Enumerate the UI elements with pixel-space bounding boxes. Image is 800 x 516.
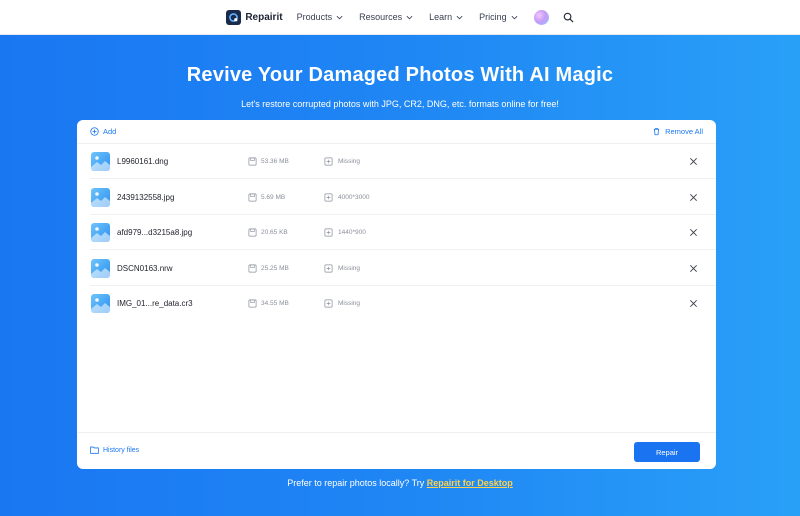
file-size-icon <box>248 299 257 308</box>
row-divider <box>90 249 716 250</box>
file-row: 2439132558.jpg 5.69 MB 4000*3000 <box>77 180 716 215</box>
close-icon[interactable] <box>689 193 698 202</box>
image-thumbnail-icon <box>91 223 110 242</box>
avatar[interactable] <box>533 9 549 25</box>
file-row: IMG_01...re_data.cr3 34.55 MB Missing <box>77 286 716 321</box>
file-dimensions: Missing <box>338 158 361 165</box>
image-thumbnail-icon <box>91 294 110 313</box>
file-size: 5.69 MB <box>261 194 286 201</box>
file-dimensions: Missing <box>338 300 361 307</box>
repair-button[interactable]: Repair <box>634 442 700 462</box>
add-button[interactable]: Add <box>90 127 116 136</box>
file-row: DSCN0163.nrw 25.25 MB Missing <box>77 251 716 286</box>
nav-resources[interactable]: Resources <box>359 12 413 22</box>
file-size: 53.36 MB <box>261 158 289 165</box>
history-files-button[interactable]: History files <box>90 446 139 454</box>
file-size-icon <box>248 193 257 202</box>
nav-resources-label: Resources <box>359 12 403 22</box>
image-thumbnail-icon <box>91 259 110 278</box>
close-icon[interactable] <box>689 228 698 237</box>
close-icon[interactable] <box>689 157 698 166</box>
page-subtitle: Let's restore corrupted photos with JPG,… <box>241 99 559 109</box>
file-size: 25.25 MB <box>261 265 289 272</box>
chevron-down-icon <box>456 15 463 19</box>
nav-pricing[interactable]: Pricing <box>479 12 518 22</box>
file-size-icon <box>248 264 257 273</box>
image-thumbnail-icon <box>91 152 110 171</box>
brand-name: Repairit <box>245 11 283 23</box>
file-row: afd979...d3215a8.jpg 20.65 KB 1440*900 <box>77 215 716 250</box>
brand[interactable]: Repairit <box>226 9 283 25</box>
dimensions-icon <box>324 228 333 237</box>
file-size: 20.65 KB <box>261 229 288 236</box>
file-name: L9960161.dng <box>117 157 169 166</box>
nav-learn-label: Learn <box>429 12 453 22</box>
file-size-icon <box>248 157 257 166</box>
file-dimensions: 4000*3000 <box>338 194 370 201</box>
nav-learn[interactable]: Learn <box>429 12 463 22</box>
repairit-logo-icon <box>226 9 242 25</box>
upload-card: Add Remove All L9960161.dng 53.36 MB Mis… <box>77 120 716 469</box>
dimensions-icon <box>324 193 333 202</box>
page-title: Revive Your Damaged Photos With AI Magic <box>186 64 614 86</box>
dimensions-icon <box>324 299 333 308</box>
trash-icon <box>653 127 660 136</box>
file-name: IMG_01...re_data.cr3 <box>117 299 193 308</box>
repairit-desktop-link[interactable]: Repairit for Desktop <box>427 478 513 488</box>
row-divider <box>90 178 716 179</box>
nav-pricing-label: Pricing <box>479 12 507 22</box>
file-size-icon <box>248 228 257 237</box>
history-files-label: History files <box>103 446 140 454</box>
folder-icon <box>90 446 99 454</box>
desktop-prompt: Prefer to repair photos locally? Try Rep… <box>0 478 800 488</box>
chevron-down-icon <box>511 15 518 19</box>
card-header: Add Remove All <box>77 120 716 144</box>
file-name: DSCN0163.nrw <box>117 264 173 273</box>
file-name: 2439132558.jpg <box>117 193 175 202</box>
top-nav: Repairit Products Resources Learn Pricin… <box>0 0 800 35</box>
file-dimensions: 1440*900 <box>338 229 366 236</box>
plus-circle-icon <box>90 127 99 136</box>
nav-products-label: Products <box>296 12 333 22</box>
card-footer: History files Repair <box>77 432 716 469</box>
file-row: L9960161.dng 53.36 MB Missing <box>77 144 716 179</box>
image-thumbnail-icon <box>91 188 110 207</box>
dimensions-icon <box>324 264 333 273</box>
file-size: 34.55 MB <box>261 300 289 307</box>
add-label: Add <box>103 127 117 136</box>
dimensions-icon <box>324 157 333 166</box>
desktop-prompt-text: Prefer to repair photos locally? Try <box>287 478 427 488</box>
search-icon[interactable] <box>563 12 574 23</box>
nav-products[interactable]: Products <box>297 12 344 22</box>
remove-all-button[interactable]: Remove All <box>652 127 703 136</box>
file-dimensions: Missing <box>338 265 361 272</box>
file-name: afd979...d3215a8.jpg <box>117 228 193 237</box>
close-icon[interactable] <box>689 299 698 308</box>
chevron-down-icon <box>406 15 413 19</box>
chevron-down-icon <box>336 15 343 19</box>
remove-all-label: Remove All <box>665 127 703 136</box>
close-icon[interactable] <box>689 264 698 273</box>
